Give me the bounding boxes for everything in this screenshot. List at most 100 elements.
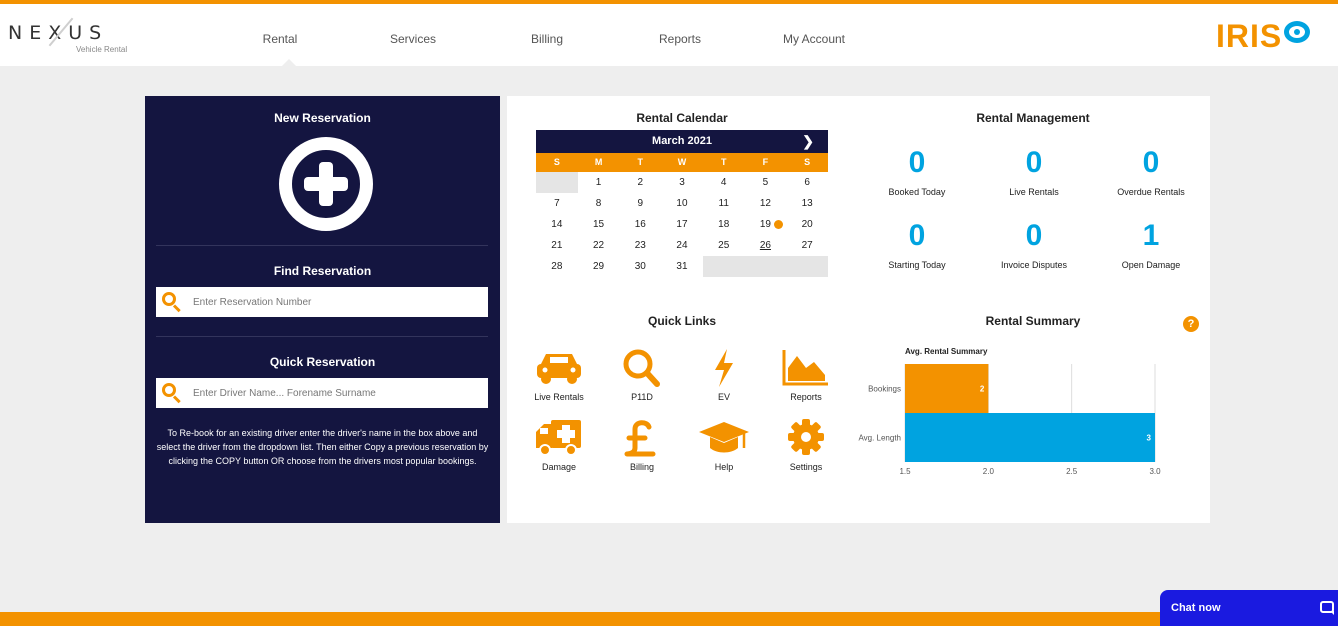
calendar-day[interactable]: 26 (745, 235, 787, 256)
rebook-help-text: To Re-book for an existing driver enter … (156, 428, 489, 466)
stat-value: 0 (1142, 146, 1160, 179)
calendar-day[interactable]: 15 (578, 214, 620, 235)
quick-reservation-title: Quick Reservation (269, 355, 376, 369)
chart-title: Avg. Rental Summary (905, 347, 988, 356)
calendar-day[interactable]: 21 (536, 235, 578, 256)
reservation-panel: New Reservation Find Reservation Quick R… (145, 96, 500, 523)
calendar-empty-cell (702, 256, 828, 277)
calendar-header: March 2021 ❯ (536, 130, 828, 153)
calendar-day[interactable]: 14 (536, 214, 578, 235)
calendar-day[interactable]: 9 (619, 193, 661, 214)
quick-links-title: Quick Links (647, 314, 717, 328)
search-icon[interactable] (161, 291, 183, 313)
help-icon[interactable]: ? (1183, 316, 1199, 332)
nav-services[interactable]: Services (390, 32, 436, 46)
stat-starting-today[interactable]: 0 Starting Today (857, 219, 977, 270)
nav-rental[interactable]: Rental (263, 32, 298, 46)
calendar-day[interactable]: 6 (786, 172, 828, 193)
quick-link-billing[interactable]: Billing (602, 418, 682, 472)
quick-link-p11d[interactable]: P11D (602, 348, 682, 402)
quick-link-damage[interactable]: Damage (519, 418, 599, 472)
calendar-grid: 1 2 3 4 5 6 7 8 9 10 11 12 13 14 15 16 17 18 19 20 21 22 23 24 2… (536, 172, 828, 277)
weekday-label: M (594, 157, 603, 167)
calendar-day[interactable]: 11 (703, 193, 745, 214)
bar-avg-length (905, 413, 1155, 462)
calendar-day[interactable]: 22 (578, 235, 620, 256)
search-icon[interactable] (161, 382, 183, 404)
stat-overdue-rentals[interactable]: 0 Overdue Rentals (1091, 146, 1211, 197)
calendar-day[interactable]: 27 (786, 235, 828, 256)
header: NEXUS Vehicle Rental Rental Services Bil… (0, 4, 1338, 66)
plus-icon (304, 162, 348, 206)
rental-calendar: March 2021 ❯ SMTWTFS 1 2 3 4 5 6 7 8 9 10 11 12 13 14… (536, 130, 828, 277)
calendar-day[interactable]: 30 (619, 256, 661, 277)
quick-link-label: Damage (541, 462, 577, 472)
new-reservation-button[interactable] (279, 137, 373, 231)
find-reservation-box (156, 287, 488, 317)
calendar-day[interactable]: 2 (619, 172, 661, 193)
nav-reports[interactable]: Reports (659, 32, 701, 46)
stat-invoice-disputes[interactable]: 0 Invoice Disputes (974, 219, 1094, 270)
calendar-day[interactable]: 17 (661, 214, 703, 235)
main-nav: Rental Services Billing Reports My Accou… (0, 4, 1338, 66)
x-tick-label: 3.0 (1149, 467, 1161, 476)
stat-live-rentals[interactable]: 0 Live Rentals (974, 146, 1094, 197)
chevron-right-icon[interactable]: ❯ (802, 130, 814, 153)
chat-now-button[interactable]: Chat now (1160, 590, 1338, 626)
calendar-day[interactable]: 28 (536, 256, 578, 277)
calendar-empty-cell (536, 172, 578, 193)
quick-link-help[interactable]: Help (684, 418, 764, 472)
calendar-day[interactable]: 23 (619, 235, 661, 256)
stat-open-damage[interactable]: 1 Open Damage (1091, 219, 1211, 270)
calendar-day[interactable]: 10 (661, 193, 703, 214)
quick-link-settings[interactable]: Settings (766, 418, 846, 472)
rental-summary-chart: Avg. Rental Summary 1.5 2.0 2.5 3.0 Bookings 2… (847, 342, 1167, 482)
calendar-month: March 2021 (652, 135, 712, 147)
rental-summary-svg: Avg. Rental Summary 1.5 2.0 2.5 3.0 Bookings 2… (858, 347, 1161, 476)
driver-name-input[interactable] (193, 387, 473, 399)
weekday-label: T (637, 157, 644, 167)
calendar-weekdays: SMTWTFS (536, 153, 828, 172)
calendar-day[interactable]: 3 (661, 172, 703, 193)
gear-icon (781, 418, 831, 458)
calendar-day[interactable]: 1 (578, 172, 620, 193)
calendar-day[interactable]: 5 (745, 172, 787, 193)
quick-link-live-rentals[interactable]: Live Rentals (519, 348, 599, 402)
calendar-day[interactable]: 18 (703, 214, 745, 235)
calendar-day[interactable]: 31 (661, 256, 703, 277)
stat-value: 0 (1025, 146, 1043, 179)
nav-active-caret (282, 59, 296, 66)
quick-link-reports[interactable]: Reports (766, 348, 846, 402)
calendar-day[interactable]: 8 (578, 193, 620, 214)
calendar-day[interactable]: 4 (703, 172, 745, 193)
quick-link-ev[interactable]: EV (684, 348, 764, 402)
calendar-day[interactable]: 25 (703, 235, 745, 256)
bar-bookings (905, 364, 989, 413)
x-tick-label: 2.0 (983, 467, 995, 476)
calendar-day[interactable]: 16 (619, 214, 661, 235)
nav-my-account[interactable]: My Account (783, 32, 845, 46)
calendar-day[interactable]: 13 (786, 193, 828, 214)
divider (156, 245, 488, 246)
find-reservation-title: Find Reservation (273, 264, 372, 278)
category-label: Avg. Length (858, 434, 901, 443)
divider (156, 336, 488, 337)
quick-link-label: Help (714, 462, 734, 472)
stat-booked-today[interactable]: 0 Booked Today (857, 146, 977, 197)
reservation-number-input[interactable] (193, 296, 473, 308)
quick-link-label: Live Rentals (534, 392, 584, 402)
quick-reservation-box (156, 378, 488, 408)
calendar-day[interactable]: 7 (536, 193, 578, 214)
rental-calendar-title: Rental Calendar (636, 111, 728, 125)
chat-bubble-icon (1320, 601, 1334, 615)
calendar-day[interactable]: 29 (578, 256, 620, 277)
nav-billing[interactable]: Billing (531, 32, 563, 46)
calendar-day[interactable]: 24 (661, 235, 703, 256)
x-tick-label: 2.5 (1066, 467, 1078, 476)
footer-bar (0, 612, 1338, 626)
new-reservation-title: New Reservation (274, 111, 371, 125)
calendar-day[interactable]: 12 (745, 193, 787, 214)
calendar-day[interactable]: 19 (745, 214, 787, 235)
calendar-day[interactable]: 20 (786, 214, 828, 235)
dashboard-panel: Rental Calendar March 2021 ❯ SMTWTFS 123… (507, 96, 1210, 523)
